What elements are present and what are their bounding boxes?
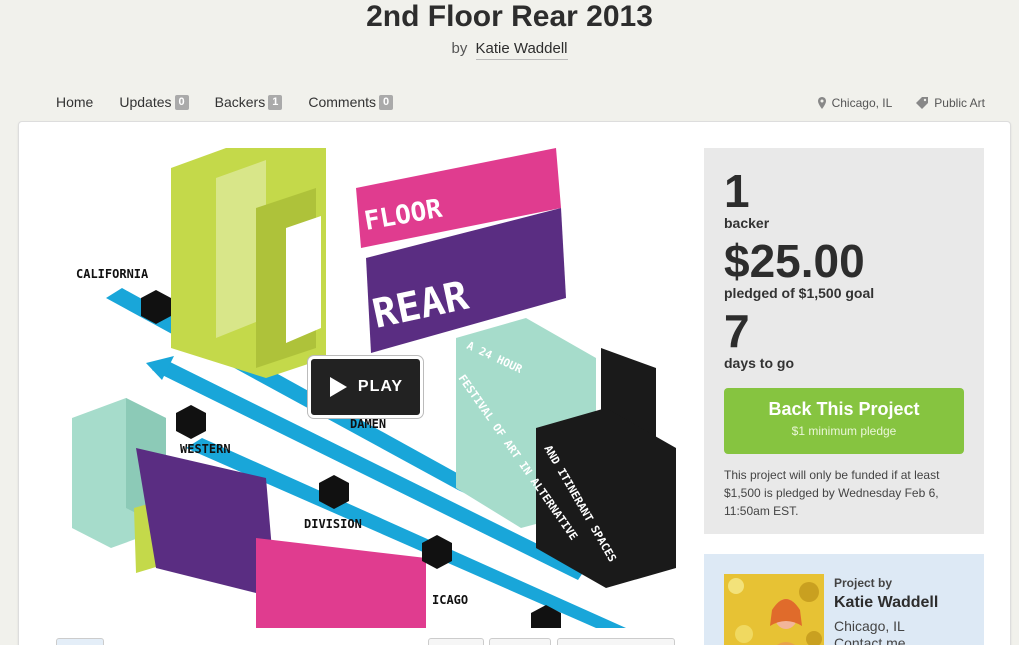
tab-comments[interactable]: Comments 0 (308, 94, 394, 110)
tab-updates[interactable]: Updates 0 (119, 94, 189, 110)
share-button[interactable] (428, 638, 484, 645)
tab-home-label: Home (56, 94, 94, 110)
back-project-button[interactable]: Back This Project $1 minimum pledge (724, 388, 964, 454)
project-title: 2nd Floor Rear 2013 (366, 0, 653, 33)
days-number: 7 (724, 305, 750, 357)
play-icon (329, 377, 347, 397)
poster-label-damen: DAMEN (350, 417, 386, 431)
contact-link[interactable]: Contact me (834, 635, 906, 645)
poster-label-division: DIVISION (304, 517, 362, 531)
comments-count-badge: 0 (379, 94, 394, 110)
tab-backers[interactable]: Backers 1 (215, 94, 283, 110)
poster-label-western: WESTERN (180, 442, 231, 456)
pledged-amount: $25.00 (724, 235, 865, 287)
tab-home[interactable]: Home (56, 94, 93, 110)
project-nav: Home Updates 0 Backers 1 Comments 0 (56, 94, 419, 110)
play-label: PLAY (357, 378, 404, 395)
creator-avatar[interactable] (724, 574, 824, 645)
location-pin-icon (817, 97, 826, 109)
like-button[interactable] (56, 638, 104, 645)
location-link[interactable]: Chicago, IL (817, 96, 893, 110)
tweet-button[interactable] (489, 638, 551, 645)
tag-icon (916, 97, 929, 109)
by-label: by (451, 40, 468, 57)
backers-count-badge: 1 (268, 94, 283, 110)
funding-note: This project will only be funded if at l… (724, 468, 940, 518)
byline: by Katie Waddell (0, 40, 1019, 60)
tab-backers-label: Backers (214, 94, 266, 110)
back-project-label: Back This Project (768, 399, 920, 419)
updates-count-badge: 0 (174, 94, 189, 110)
tab-updates-label: Updates (119, 94, 172, 110)
tab-comments-label: Comments (308, 94, 377, 110)
project-by-label: Project by (834, 576, 893, 590)
backers-label: backer (724, 215, 770, 231)
poster-label-california: CALIFORNIA (76, 267, 149, 281)
creator-link[interactable]: Katie Waddell (475, 40, 568, 60)
backers-number: 1 (724, 165, 750, 217)
creator-panel: Project by Katie Waddell Chicago, IL Con… (704, 554, 984, 645)
category-link[interactable]: Public Art (916, 96, 985, 110)
avatar-photo (724, 574, 824, 645)
play-button[interactable]: PLAY (308, 356, 423, 418)
pledged-label: pledged of $1,500 goal (724, 285, 875, 301)
location-label: Chicago, IL (831, 96, 893, 110)
poster-label-chicago: ICAGO (432, 593, 468, 607)
days-label: days to go (724, 355, 795, 371)
project-meta: Chicago, IL Public Art (794, 96, 985, 110)
creator-name[interactable]: Katie Waddell (834, 594, 938, 612)
minimum-pledge-label: $1 minimum pledge (791, 424, 897, 438)
stats-panel: 1 backer $25.00 pledged of $1,500 goal 7… (704, 148, 984, 534)
creator-location: Chicago, IL (834, 618, 905, 634)
embed-button[interactable] (557, 638, 675, 645)
category-label: Public Art (934, 96, 985, 110)
